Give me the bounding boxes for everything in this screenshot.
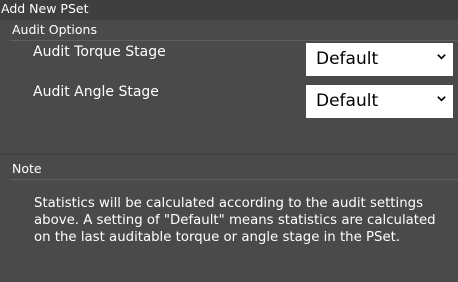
note-header: Note	[10, 159, 458, 180]
note-text: Statistics will be calculated according …	[34, 196, 436, 245]
audit-angle-stage-value: Default	[316, 91, 379, 111]
audit-options-header-label: Audit Options	[12, 22, 97, 37]
audit-angle-stage-select[interactable]: Default	[306, 85, 453, 118]
panel-title: Add New PSet	[0, 0, 458, 20]
audit-angle-stage-label: Audit Angle Stage	[33, 84, 159, 100]
chevron-down-icon	[437, 96, 446, 102]
audit-torque-stage-label: Audit Torque Stage	[33, 44, 166, 60]
note-header-label: Note	[12, 161, 42, 176]
audit-torque-stage-value: Default	[316, 49, 379, 69]
audit-options-header: Audit Options	[10, 20, 458, 41]
chevron-down-icon	[437, 54, 446, 60]
note-group: Note Statistics will be calculated accor…	[0, 155, 458, 282]
audit-torque-stage-select[interactable]: Default	[306, 43, 453, 76]
